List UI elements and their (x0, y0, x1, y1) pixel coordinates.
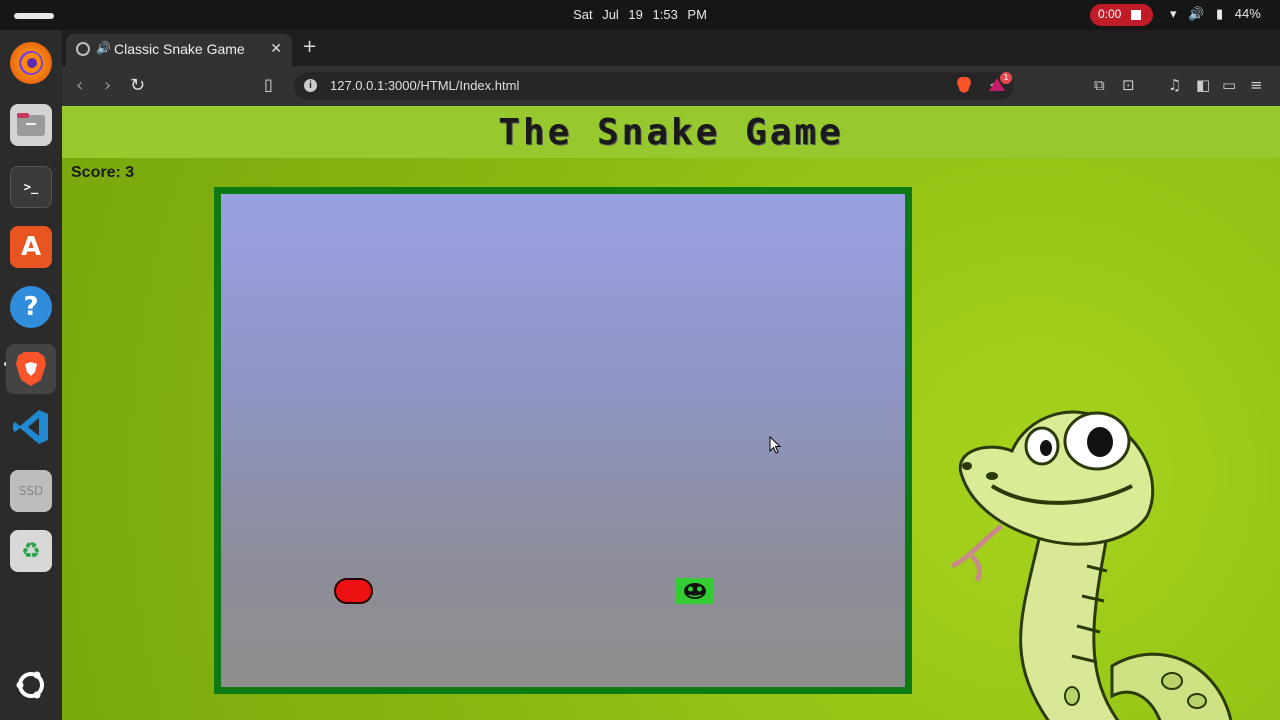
brave-shields-icon[interactable] (956, 76, 972, 98)
volume-icon: 🔊 (1188, 6, 1205, 21)
vscode-icon[interactable] (10, 406, 52, 448)
forward-button[interactable]: › (104, 75, 111, 96)
back-button[interactable]: ‹ (76, 75, 83, 96)
score-display: Score: 3 (71, 164, 135, 181)
notification-badge: 1 (1000, 72, 1012, 84)
help-icon[interactable]: ? (10, 286, 52, 328)
wallet-icon[interactable]: ▭ (1222, 76, 1236, 94)
app-center-icon[interactable]: A (10, 226, 52, 268)
screenshot-icon[interactable]: ⊡ (1122, 76, 1135, 94)
ssd-icon[interactable]: SSD (10, 470, 52, 512)
system-tray[interactable]: ▾ 🔊 ▮ 44% (1170, 6, 1269, 22)
snake-mascot-icon (950, 410, 1233, 720)
browser-toolbar: ‹ › ↻ ▯ i 127.0.0.1:3000/HTML/Index.html… (62, 66, 1280, 106)
address-bar[interactable]: i 127.0.0.1:3000/HTML/Index.html ⋖ (294, 72, 1014, 100)
screen-recording-indicator[interactable]: 0:00 (1090, 4, 1153, 26)
files-icon[interactable] (10, 104, 52, 146)
ssd-label: SSD (18, 484, 44, 498)
globe-icon (76, 42, 90, 56)
snake-face-icon (683, 583, 706, 599)
mouse-cursor-icon (769, 436, 782, 454)
extensions-icon[interactable]: ⧉ (1094, 76, 1105, 94)
system-top-bar: Sat Jul 19 1:53 PM 0:00 ▾ 🔊 ▮ 44% (0, 0, 1280, 30)
application-dock: >_ A ? SSD ♻ (0, 30, 62, 720)
menu-icon[interactable]: ≡ (1250, 76, 1263, 94)
url-text[interactable]: 127.0.0.1:3000/HTML/Index.html (330, 78, 519, 93)
browser-tab-bar: 🔊 Classic Snake Game ✕ + (62, 30, 1280, 66)
wifi-icon: ▾ (1170, 6, 1177, 21)
stop-recording-icon (1131, 10, 1141, 20)
trash-icon[interactable]: ♻ (10, 530, 52, 572)
food-item (334, 578, 373, 604)
system-clock[interactable]: Sat Jul 19 1:53 PM (0, 7, 1280, 22)
brave-icon[interactable] (6, 344, 56, 394)
close-tab-icon[interactable]: ✕ (270, 40, 282, 57)
snake-head (675, 578, 714, 604)
page-content: The Snake Game Score: 3 (62, 106, 1280, 720)
site-info-icon[interactable]: i (304, 79, 317, 92)
sidebar-icon[interactable]: ◧ (1196, 76, 1210, 94)
tab-classic-snake-game[interactable]: 🔊 Classic Snake Game ✕ (66, 34, 292, 66)
battery-percent: 44% (1234, 6, 1261, 21)
media-icon[interactable]: ♫ (1168, 76, 1181, 94)
game-title: The Snake Game (498, 112, 844, 153)
tab-title: Classic Snake Game (114, 41, 245, 57)
new-tab-button[interactable]: + (302, 36, 317, 57)
battery-icon: ▮ (1215, 6, 1224, 21)
game-board[interactable] (214, 187, 912, 694)
bookmark-icon[interactable]: ▯ (264, 75, 273, 94)
firefox-icon[interactable] (10, 42, 52, 84)
recording-time: 0:00 (1098, 7, 1122, 21)
show-apps-icon[interactable] (10, 664, 52, 706)
speaker-icon[interactable]: 🔊 (96, 41, 111, 55)
terminal-icon[interactable]: >_ (10, 166, 52, 208)
reload-button[interactable]: ↻ (130, 75, 145, 96)
game-header: The Snake Game (62, 106, 1280, 158)
